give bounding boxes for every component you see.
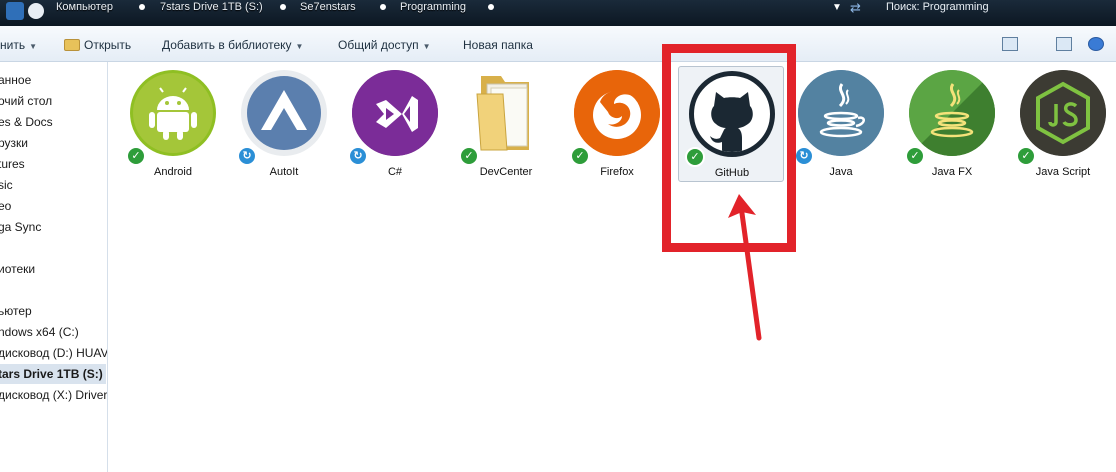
item-label: Java Script	[1035, 166, 1091, 178]
sync-ok-icon: ✓	[126, 146, 146, 166]
nodejs-icon	[1020, 70, 1106, 156]
view-options-icon[interactable]	[1002, 37, 1018, 51]
file-list: ✓ Android ↻ AutoIt ↻ C# ✓ DevCenter ✓ Fi…	[108, 62, 1116, 472]
sync-pending-icon: ↻	[237, 146, 257, 166]
firefox-icon	[574, 70, 660, 156]
java-icon	[798, 70, 884, 156]
android-icon	[130, 70, 216, 156]
chevron-down-icon[interactable]: ▼	[832, 2, 842, 13]
item-label: Java	[829, 166, 853, 178]
sidebar-item-computer[interactable]: ьютер	[0, 301, 32, 321]
item-label: Android	[154, 166, 192, 178]
chevron-down-icon: ▼	[295, 42, 304, 51]
chevron-down-icon: ▼	[29, 42, 37, 51]
sync-ok-icon: ✓	[459, 146, 479, 166]
folder-item-csharp[interactable]: ↻ C#	[342, 70, 448, 182]
share-button[interactable]: Общий доступ ▼	[338, 36, 431, 54]
sidebar-item-drive-c[interactable]: ndows x64 (C:)	[0, 322, 79, 342]
folder-item-javascript[interactable]: ✓ Java Script	[1010, 70, 1116, 182]
folder-icon	[64, 39, 80, 51]
organize-button[interactable]: нить ▼	[0, 36, 37, 54]
search-input[interactable]: Поиск: Programming	[880, 0, 1116, 14]
sync-ok-icon: ✓	[570, 146, 590, 166]
folder-item-autoit[interactable]: ↻ AutoIt	[231, 70, 337, 182]
sync-ok-icon: ✓	[905, 146, 925, 166]
breadcrumb-separator-icon[interactable]	[380, 4, 386, 10]
item-label: DevCenter	[479, 166, 533, 178]
item-label: Java FX	[931, 166, 973, 178]
sidebar-item[interactable]: sic	[0, 175, 13, 195]
breadcrumb-item[interactable]: Se7enstars	[300, 0, 356, 14]
folder-item-android[interactable]: ✓ Android	[120, 70, 226, 182]
sync-pending-icon: ↻	[794, 146, 814, 166]
item-label: AutoIt	[269, 166, 299, 178]
sidebar-item[interactable]: es & Docs	[0, 112, 53, 132]
address-bar: Компьютер 7stars Drive 1TB (S:) Se7ensta…	[0, 0, 1116, 26]
highlight-annotation	[662, 44, 796, 252]
sidebar-item[interactable]: рузки	[0, 133, 28, 153]
breadcrumb-separator-icon[interactable]	[280, 4, 286, 10]
navigation-pane: анное очий стол es & Docs рузки tures si…	[0, 62, 108, 472]
visual-studio-icon	[352, 70, 438, 156]
command-bar: нить ▼ Открыть Добавить в библиотеку ▼ Общ…	[0, 26, 1116, 62]
sidebar-item-libraries[interactable]: иотеки	[0, 259, 35, 279]
forward-icon[interactable]	[28, 3, 44, 19]
open-button[interactable]: Открыть	[64, 36, 131, 54]
open-label: Открыть	[84, 38, 132, 52]
sync-ok-icon: ✓	[1016, 146, 1036, 166]
add-to-library-button[interactable]: Добавить в библиотеку ▼	[162, 36, 303, 54]
sidebar-item[interactable]: ga Sync	[0, 217, 41, 237]
breadcrumb-separator-icon[interactable]	[139, 4, 145, 10]
autoit-icon	[241, 70, 327, 156]
folder-item-javafx[interactable]: ✓ Java FX	[899, 70, 1005, 182]
folder-icon	[463, 70, 549, 156]
sidebar-item[interactable]: eo	[0, 196, 11, 216]
item-label: Firefox	[600, 166, 634, 178]
add-to-library-label: Добавить в библиотеку	[162, 38, 292, 52]
item-label: C#	[387, 166, 403, 178]
explorer-window: { "breadcrumbs": ["Компьютер", "7stars D…	[0, 0, 1116, 472]
preview-pane-icon[interactable]	[1056, 37, 1072, 51]
help-icon[interactable]	[1088, 37, 1104, 51]
sync-pending-icon: ↻	[348, 146, 368, 166]
breadcrumb-separator-icon[interactable]	[488, 4, 494, 10]
sidebar-item[interactable]: tures	[0, 154, 25, 174]
folder-item-java[interactable]: ↻ Java	[788, 70, 894, 182]
sidebar-item-drive-d[interactable]: дисковод (D:) HUAV	[0, 343, 107, 363]
new-folder-button[interactable]: Новая папка	[463, 36, 533, 54]
refresh-icon[interactable]: ⇄	[850, 0, 861, 16]
sidebar-item[interactable]: анное	[0, 70, 31, 90]
sidebar-item[interactable]: очий стол	[0, 91, 52, 111]
folder-item-devcenter[interactable]: ✓ DevCenter	[453, 70, 559, 182]
organize-label: нить	[0, 38, 26, 52]
folder-item-firefox[interactable]: ✓ Firefox	[564, 70, 670, 182]
share-label: Общий доступ	[338, 38, 419, 52]
javafx-icon	[909, 70, 995, 156]
breadcrumb-item[interactable]: 7stars Drive 1TB (S:)	[160, 0, 263, 14]
breadcrumb-item[interactable]: Programming	[400, 0, 466, 14]
breadcrumb-item[interactable]: Компьютер	[56, 0, 113, 14]
back-icon[interactable]	[6, 2, 24, 20]
chevron-down-icon: ▼	[422, 42, 431, 51]
sidebar-item-drive-s[interactable]: tars Drive 1TB (S:)	[0, 364, 106, 384]
sidebar-item-drive-x[interactable]: дисковод (X:) Driver	[0, 385, 107, 405]
